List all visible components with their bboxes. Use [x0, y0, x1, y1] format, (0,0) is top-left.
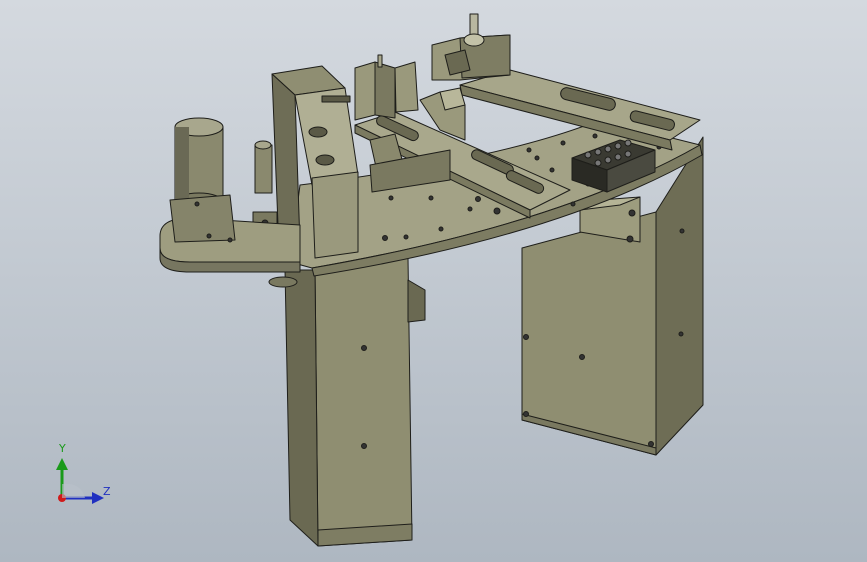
y-axis-label: Y [59, 442, 66, 455]
cad-3d-viewport[interactable]: Y Z [0, 0, 867, 562]
left-support-column[interactable] [284, 257, 426, 547]
y-axis-arrowhead [56, 458, 68, 470]
assembly-model[interactable] [0, 0, 867, 562]
triad-plane-indicator [62, 484, 85, 498]
view-orientation-triad[interactable] [40, 438, 130, 518]
z-axis-label: Z [103, 485, 111, 498]
